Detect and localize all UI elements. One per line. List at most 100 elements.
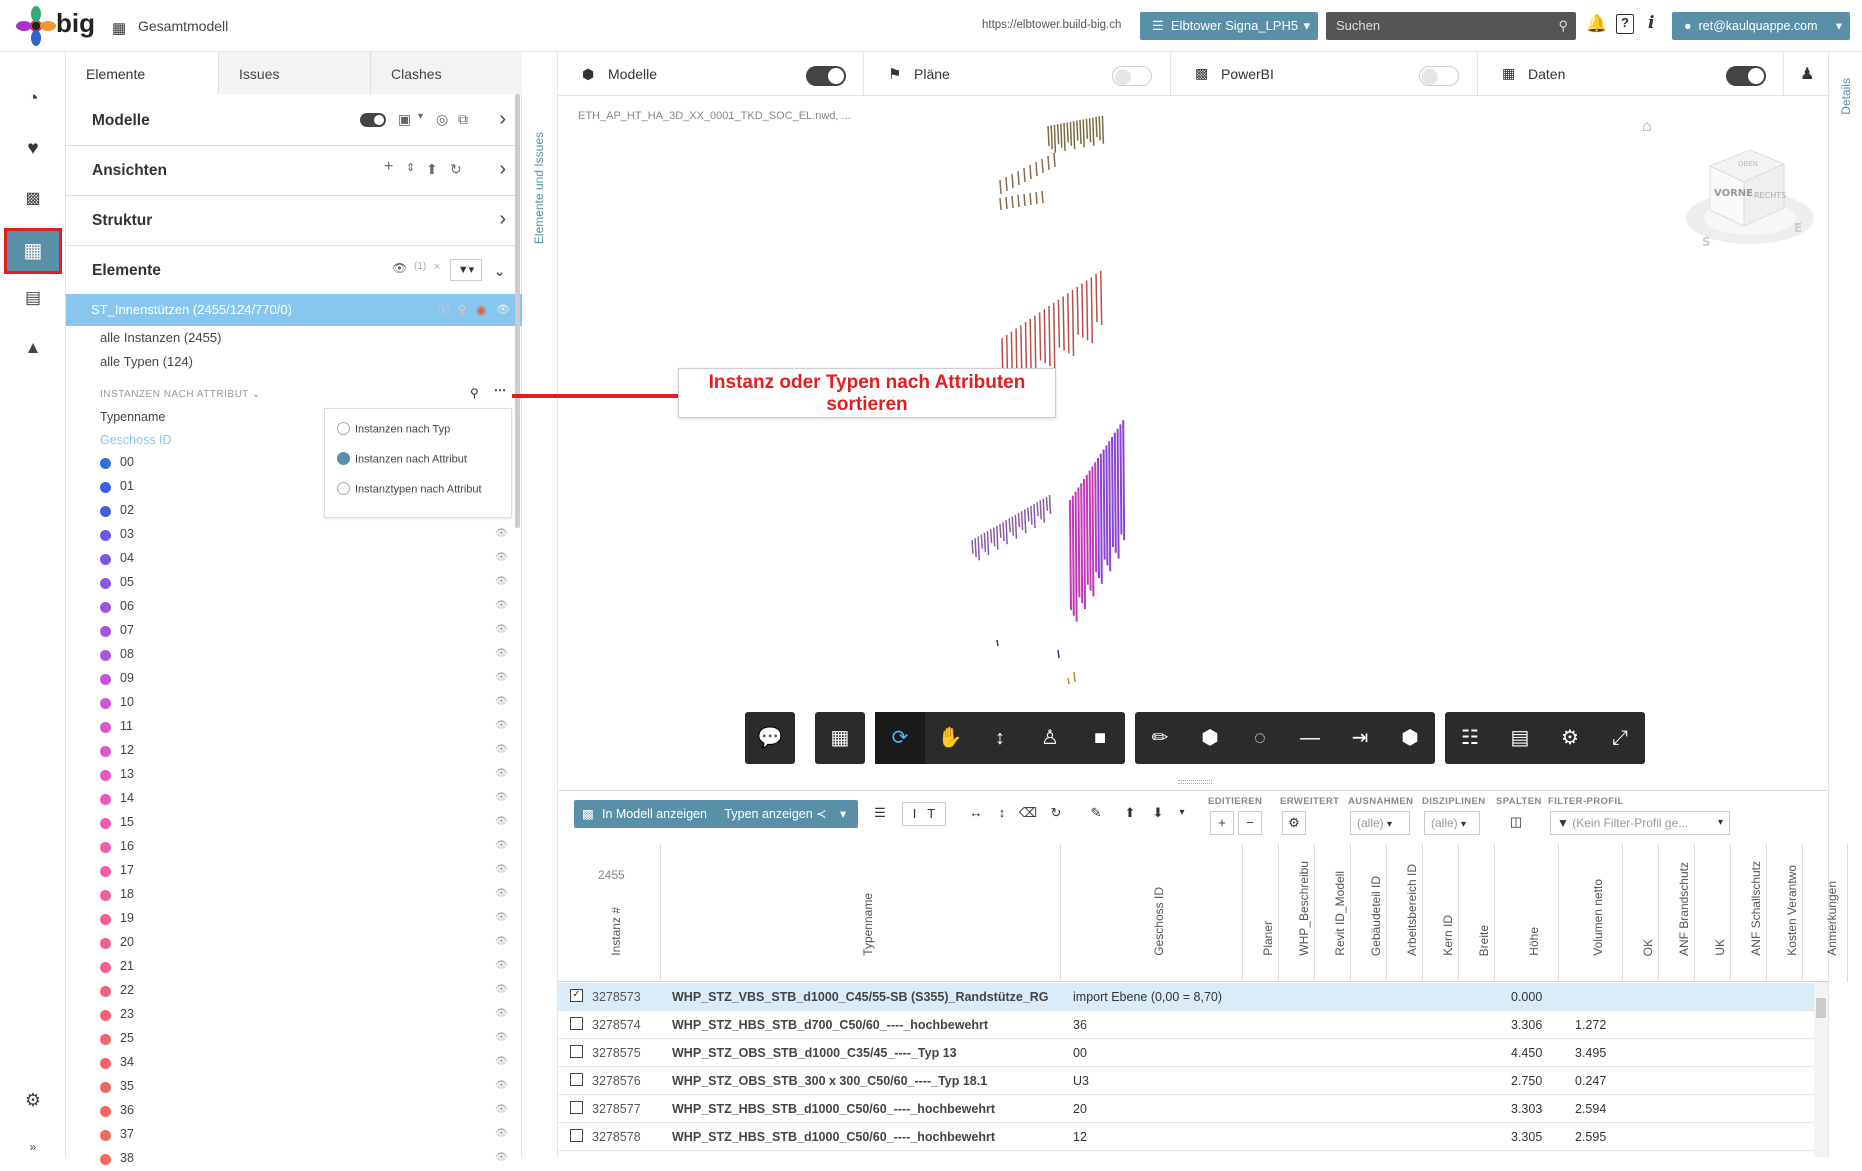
- project-url[interactable]: https://elbtower.build-big.ch: [982, 19, 1121, 31]
- column-header[interactable]: Kosten Verantwo: [1767, 844, 1803, 982]
- filter-profil-select[interactable]: ▼ (Kein Filter-Profil ge... ▾: [1550, 811, 1730, 835]
- minus-icon[interactable]: −: [1238, 811, 1262, 835]
- eye-icon[interactable]: 👁: [495, 1032, 508, 1043]
- eye-icon[interactable]: 👁: [495, 1128, 508, 1139]
- chevron-right-icon[interactable]: ›: [499, 158, 506, 181]
- report-icon[interactable]: ▲: [0, 338, 66, 358]
- upload-icon[interactable]: ⬆: [426, 161, 438, 178]
- eye-icon[interactable]: 👁: [495, 1080, 508, 1091]
- users-icon[interactable]: ♟: [1800, 64, 1814, 84]
- document-icon[interactable]: ▤: [0, 288, 66, 308]
- eye-icon[interactable]: 👁: [495, 912, 508, 923]
- properties-icon[interactable]: ▤: [1495, 712, 1545, 764]
- option-instanztypen-nach-attribut[interactable]: Instanztypen nach Attribut: [337, 482, 482, 496]
- eye-icon[interactable]: 👁: [495, 816, 508, 827]
- ausnahmen-select[interactable]: (alle) ▾: [1350, 811, 1410, 835]
- eye-icon[interactable]: 👁: [495, 696, 508, 707]
- refresh-icon[interactable]: ↻: [1044, 802, 1068, 826]
- fullscreen-icon[interactable]: ⤢: [1595, 712, 1645, 764]
- eye-icon[interactable]: 👁: [495, 600, 508, 611]
- alle-typen[interactable]: alle Typen (124): [100, 354, 193, 369]
- pin-icon[interactable]: ⚲: [458, 294, 466, 326]
- eye-icon[interactable]: 👁: [495, 576, 508, 587]
- chevron-down-icon[interactable]: ⌄: [493, 262, 506, 280]
- modelle-toggle[interactable]: [360, 113, 386, 127]
- checkbox-checked-icon[interactable]: ✓: [570, 989, 583, 1002]
- comment-icon[interactable]: 💬: [745, 712, 795, 764]
- copy-icon[interactable]: ⧉: [458, 111, 468, 128]
- eye-icon[interactable]: 👁: [495, 960, 508, 971]
- plaene-toggle[interactable]: [1112, 66, 1152, 86]
- column-header[interactable]: Volumen netto: [1559, 844, 1623, 982]
- section-modelle[interactable]: Modelle ▣ ▾ ◎ ⧉ ›: [66, 96, 516, 146]
- eye-icon[interactable]: 👁: [495, 1152, 508, 1163]
- list-icon[interactable]: ☰: [868, 802, 892, 826]
- column-header[interactable]: Höhe: [1495, 844, 1559, 982]
- section-struktur[interactable]: Struktur ›: [66, 196, 516, 246]
- column-header[interactable]: Arbeitsbereich ID: [1387, 844, 1423, 982]
- hierarchy-icon[interactable]: ☷: [1445, 712, 1495, 764]
- eye-icon[interactable]: 👁: [495, 648, 508, 659]
- instanzen-header[interactable]: INSTANZEN NACH ATTRIBUT ⌄: [100, 389, 261, 400]
- eye-icon[interactable]: 👁: [495, 720, 508, 731]
- home-icon[interactable]: ⌂: [1642, 118, 1652, 136]
- eraser-icon[interactable]: ⌫: [1016, 802, 1040, 826]
- eye-icon[interactable]: 👁: [495, 624, 508, 635]
- project-select[interactable]: ☰ Elbtower Signa_LPH5 ▾: [1140, 12, 1318, 40]
- daten-toggle[interactable]: [1726, 66, 1766, 86]
- column-header[interactable]: Breite: [1459, 844, 1495, 982]
- column-header[interactable]: Kern ID: [1423, 844, 1459, 982]
- view-cube[interactable]: VORNE RECHTS OBEN E S: [1680, 140, 1818, 260]
- eye-icon[interactable]: 👁: [495, 1104, 508, 1115]
- column-header[interactable]: ANF Schallschutz: [1731, 844, 1767, 982]
- table-row[interactable]: 3278575 WHP_STZ_OBS_STB_d1000_C35/45_----…: [558, 1039, 1814, 1067]
- sort-icon[interactable]: ⇕: [406, 161, 415, 174]
- download-icon[interactable]: ⬇: [1146, 802, 1170, 826]
- settings-icon[interactable]: ⚙: [0, 1090, 66, 1111]
- column-header[interactable]: Anmerkungen: [1803, 844, 1848, 982]
- eye-icon[interactable]: 👁: [392, 261, 407, 275]
- eye-icon[interactable]: 👁: [495, 888, 508, 899]
- help-icon[interactable]: ?: [1616, 14, 1634, 34]
- caret-down-icon[interactable]: ▾: [418, 111, 423, 122]
- brush-icon[interactable]: ✎: [1084, 802, 1108, 826]
- checkbox-icon[interactable]: [570, 1045, 583, 1058]
- table-scrollbar[interactable]: [1814, 982, 1828, 1157]
- add-icon[interactable]: +: [1210, 811, 1234, 835]
- powerbi-toggle[interactable]: [1419, 66, 1459, 86]
- eye-icon[interactable]: 👁: [495, 984, 508, 995]
- eye-icon[interactable]: 👁: [495, 528, 508, 539]
- caret-down-icon[interactable]: ▾: [1170, 802, 1194, 826]
- height-icon[interactable]: ↕: [990, 802, 1014, 826]
- grid-icon[interactable]: ▦: [815, 712, 865, 764]
- settings-icon[interactable]: ⚙: [1545, 712, 1595, 764]
- more-icon[interactable]: ⋯: [494, 383, 506, 397]
- add-icon[interactable]: +: [384, 158, 393, 176]
- alle-instanzen[interactable]: alle Instanzen (2455): [100, 330, 221, 345]
- zoom-icon[interactable]: ↕: [975, 712, 1025, 764]
- target-icon[interactable]: ◉: [476, 294, 486, 326]
- eye-icon[interactable]: 👁: [495, 744, 508, 755]
- option-instanzen-nach-attribut[interactable]: Instanzen nach Attribut: [337, 452, 467, 466]
- search-icon[interactable]: ⚲: [470, 386, 479, 400]
- section-ansichten[interactable]: Ansichten + ⇕ ⬆ ↻ ›: [66, 146, 516, 196]
- table-row[interactable]: 3278576 WHP_STZ_OBS_STB_300 x 300_C50/60_…: [558, 1067, 1814, 1095]
- column-header[interactable]: UK: [1695, 844, 1731, 982]
- width-icon[interactable]: ↔: [964, 802, 988, 826]
- table-row[interactable]: 3278574 WHP_STZ_HBS_STB_d700_C50/60_----_…: [558, 1011, 1814, 1039]
- columns-icon[interactable]: ◫: [1504, 811, 1528, 835]
- typenname-label[interactable]: Typenname: [100, 410, 165, 424]
- eye-icon[interactable]: 👁: [495, 1056, 508, 1067]
- refresh-icon[interactable]: ↻: [450, 161, 462, 178]
- tab-issues[interactable]: Issues: [218, 52, 370, 94]
- modelle-toggle[interactable]: [806, 66, 846, 86]
- chevron-right-icon[interactable]: ›: [499, 108, 506, 131]
- eye-icon[interactable]: 👁: [495, 768, 508, 779]
- clear-filter-icon[interactable]: ×: [434, 261, 440, 273]
- table-row[interactable]: ✓ 3278573 WHP_STZ_VBS_STB_d1000_C45/55-SB …: [558, 983, 1814, 1011]
- column-header[interactable]: OK: [1623, 844, 1659, 982]
- column-header[interactable]: WHP_Beschreibu: [1279, 844, 1315, 982]
- info-icon[interactable]: ⓘ: [438, 294, 449, 326]
- search-input[interactable]: Suchen ⚲: [1326, 12, 1576, 40]
- elements-issues-vtab[interactable]: Elemente und Issues: [524, 52, 558, 1157]
